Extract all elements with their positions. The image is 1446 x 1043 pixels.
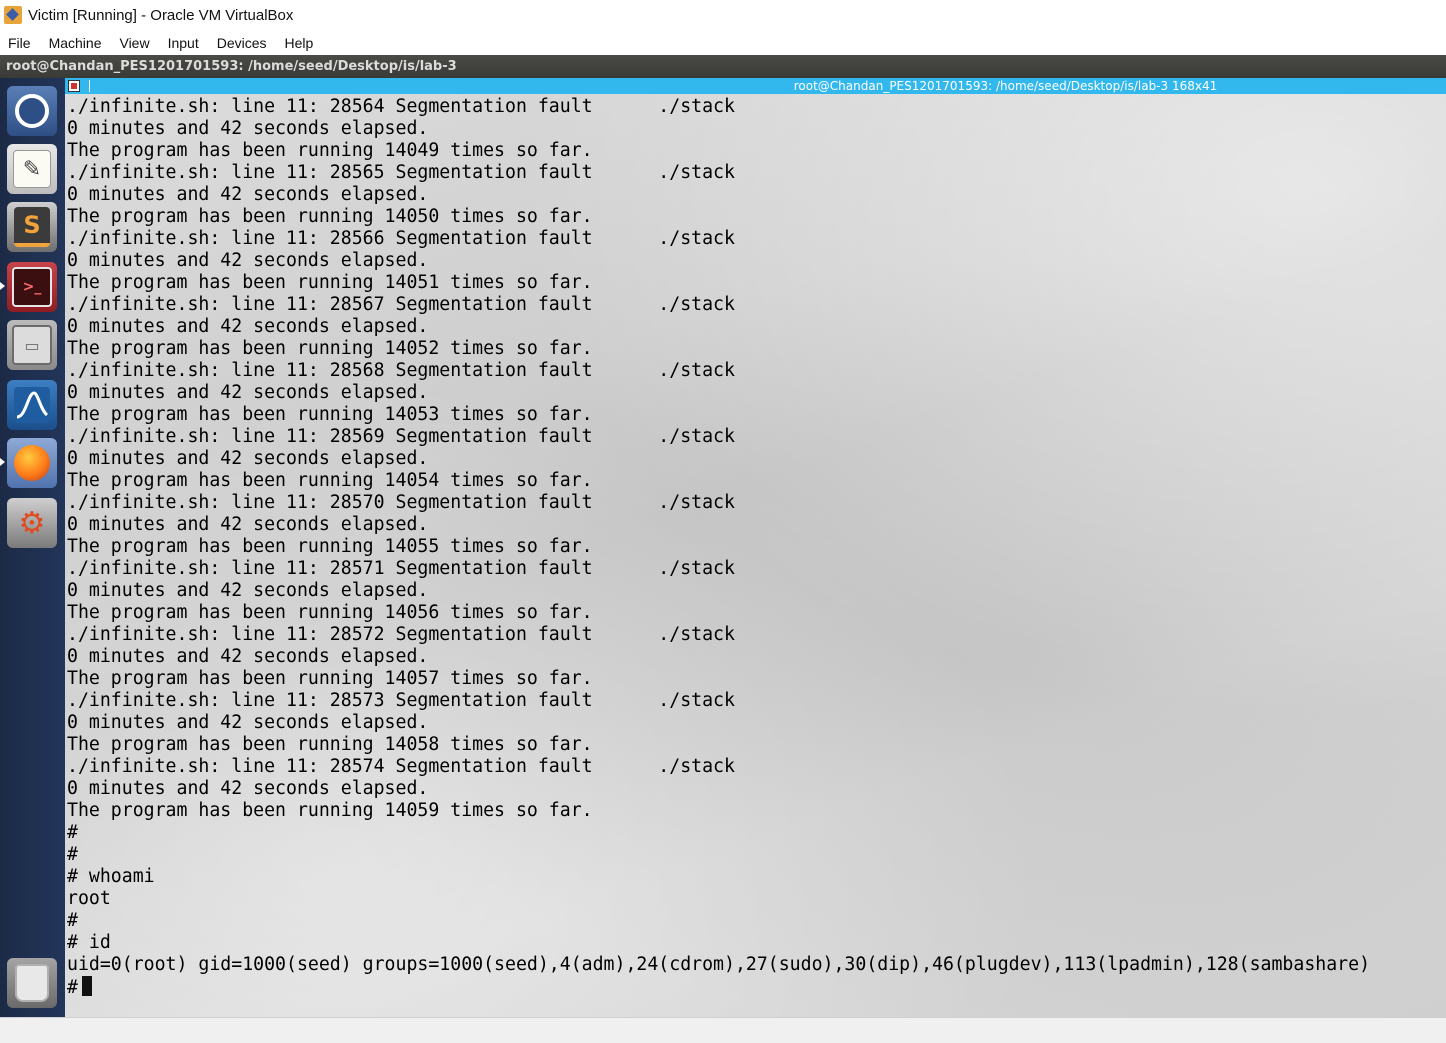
text-editor-icon: ✎ bbox=[13, 150, 51, 188]
terminal-line: ./infinite.sh: line 11: 28572 Segmentati… bbox=[67, 624, 735, 645]
terminal-icon: >_ bbox=[12, 267, 52, 307]
terminal-cursor bbox=[81, 976, 92, 996]
guest-panel-title: root@Chandan_PES1201701593: /home/seed/D… bbox=[6, 59, 457, 74]
file-manager-icon: ▭ bbox=[12, 325, 52, 365]
terminal-line: The program has been running 14049 times… bbox=[67, 140, 593, 161]
vm-status-strip bbox=[0, 1017, 1446, 1043]
terminal-line: 0 minutes and 42 seconds elapsed. bbox=[67, 580, 429, 601]
terminal-titlebar[interactable]: root@Chandan_PES1201701593: /home/seed/D… bbox=[65, 78, 1446, 94]
terminal-line: 0 minutes and 42 seconds elapsed. bbox=[67, 382, 429, 403]
firefox-icon bbox=[14, 445, 50, 481]
launcher-item-text-editor[interactable]: ✎ bbox=[7, 144, 57, 194]
terminal-line: 0 minutes and 42 seconds elapsed. bbox=[67, 448, 429, 469]
terminal-line: 0 minutes and 42 seconds elapsed. bbox=[67, 514, 429, 535]
terminal-line: The program has been running 14053 times… bbox=[67, 404, 593, 425]
menu-machine[interactable]: Machine bbox=[49, 35, 102, 51]
menu-input[interactable]: Input bbox=[168, 35, 199, 51]
terminal-line: The program has been running 14059 times… bbox=[67, 800, 593, 821]
terminal-line: The program has been running 14056 times… bbox=[67, 602, 593, 623]
window-title: Victim [Running] - Oracle VM VirtualBox bbox=[28, 6, 294, 24]
terminal-line: 0 minutes and 42 seconds elapsed. bbox=[67, 778, 429, 799]
terminal-body[interactable]: ./infinite.sh: line 11: 28564 Segmentati… bbox=[65, 94, 1446, 1017]
terminal-line: ./infinite.sh: line 11: 28565 Segmentati… bbox=[67, 162, 735, 183]
terminal-line: # bbox=[67, 844, 78, 865]
terminal-line: ./infinite.sh: line 11: 28564 Segmentati… bbox=[67, 96, 735, 117]
terminal-line: The program has been running 14050 times… bbox=[67, 206, 593, 227]
launcher-item-wireshark[interactable] bbox=[7, 380, 57, 430]
terminal-line: 0 minutes and 42 seconds elapsed. bbox=[67, 184, 429, 205]
system-settings-icon: ⚙ bbox=[18, 505, 46, 541]
terminal-line: ./infinite.sh: line 11: 28569 Segmentati… bbox=[67, 426, 735, 447]
launcher-item-dash[interactable] bbox=[7, 86, 57, 136]
launcher-item-system-settings[interactable]: ⚙ bbox=[7, 498, 57, 548]
virtualbox-icon bbox=[4, 6, 22, 24]
terminal-line: ./infinite.sh: line 11: 28571 Segmentati… bbox=[67, 558, 735, 579]
launcher-item-sublime-text[interactable]: S bbox=[7, 202, 57, 252]
wireshark-icon bbox=[14, 387, 50, 423]
terminal-line: ./infinite.sh: line 11: 28574 Segmentati… bbox=[67, 756, 735, 777]
terminal-line: 0 minutes and 42 seconds elapsed. bbox=[67, 250, 429, 271]
guest-top-panel: root@Chandan_PES1201701593: /home/seed/D… bbox=[0, 55, 1446, 78]
menu-devices[interactable]: Devices bbox=[217, 35, 267, 51]
menu-file[interactable]: File bbox=[8, 35, 31, 51]
ubuntu-dash-icon bbox=[15, 94, 49, 128]
launcher-item-files[interactable]: ▭ bbox=[7, 320, 57, 370]
terminal-line: ./infinite.sh: line 11: 28568 Segmentati… bbox=[67, 360, 735, 381]
terminal-line: The program has been running 14058 times… bbox=[67, 734, 593, 755]
host-titlebar: Victim [Running] - Oracle VM VirtualBox bbox=[0, 0, 1446, 30]
launcher-item-firefox[interactable] bbox=[7, 438, 57, 488]
terminal-line: The program has been running 14057 times… bbox=[67, 668, 593, 689]
launcher-item-terminal[interactable]: >_ bbox=[7, 262, 57, 312]
terminal-line: uid=0(root) gid=1000(seed) groups=1000(s… bbox=[67, 954, 1371, 975]
terminal-line: ./infinite.sh: line 11: 28566 Segmentati… bbox=[67, 228, 735, 249]
terminal-line: # whoami bbox=[67, 866, 155, 887]
terminal-line: # bbox=[67, 822, 78, 843]
terminal-line: The program has been running 14051 times… bbox=[67, 272, 593, 293]
terminal-line: # bbox=[67, 910, 78, 931]
launcher-item-trash[interactable] bbox=[7, 958, 57, 1008]
terminal-output: ./infinite.sh: line 11: 28564 Segmentati… bbox=[67, 96, 1370, 998]
terminal-line: ./infinite.sh: line 11: 28573 Segmentati… bbox=[67, 690, 735, 711]
running-indicator bbox=[0, 458, 5, 466]
terminal-title: root@Chandan_PES1201701593: /home/seed/D… bbox=[793, 79, 1218, 93]
terminal-line: ./infinite.sh: line 11: 28567 Segmentati… bbox=[67, 294, 735, 315]
menu-view[interactable]: View bbox=[119, 35, 149, 51]
launcher: ✎ S >_ ▭ ⚙ bbox=[0, 78, 65, 1017]
terminal-prompt: # bbox=[67, 977, 78, 998]
terminal-line: # id bbox=[67, 932, 111, 953]
menu-help[interactable]: Help bbox=[285, 35, 314, 51]
host-menubar: File Machine View Input Devices Help bbox=[0, 30, 1446, 55]
terminal-prompt-line[interactable]: # bbox=[67, 976, 1370, 998]
terminal-line: 0 minutes and 42 seconds elapsed. bbox=[67, 712, 429, 733]
running-indicator bbox=[0, 282, 5, 290]
sublime-text-icon: S bbox=[14, 207, 50, 247]
terminal-line: The program has been running 14054 times… bbox=[67, 470, 593, 491]
terminal-line: ./infinite.sh: line 11: 28570 Segmentati… bbox=[67, 492, 735, 513]
terminal-line: 0 minutes and 42 seconds elapsed. bbox=[67, 316, 429, 337]
terminal-line: 0 minutes and 42 seconds elapsed. bbox=[67, 118, 429, 139]
terminal-line: 0 minutes and 42 seconds elapsed. bbox=[67, 646, 429, 667]
terminal-line: root bbox=[67, 888, 111, 909]
terminal-line: The program has been running 14052 times… bbox=[67, 338, 593, 359]
trash-icon bbox=[15, 964, 49, 1002]
terminal-line: The program has been running 14055 times… bbox=[67, 536, 593, 557]
